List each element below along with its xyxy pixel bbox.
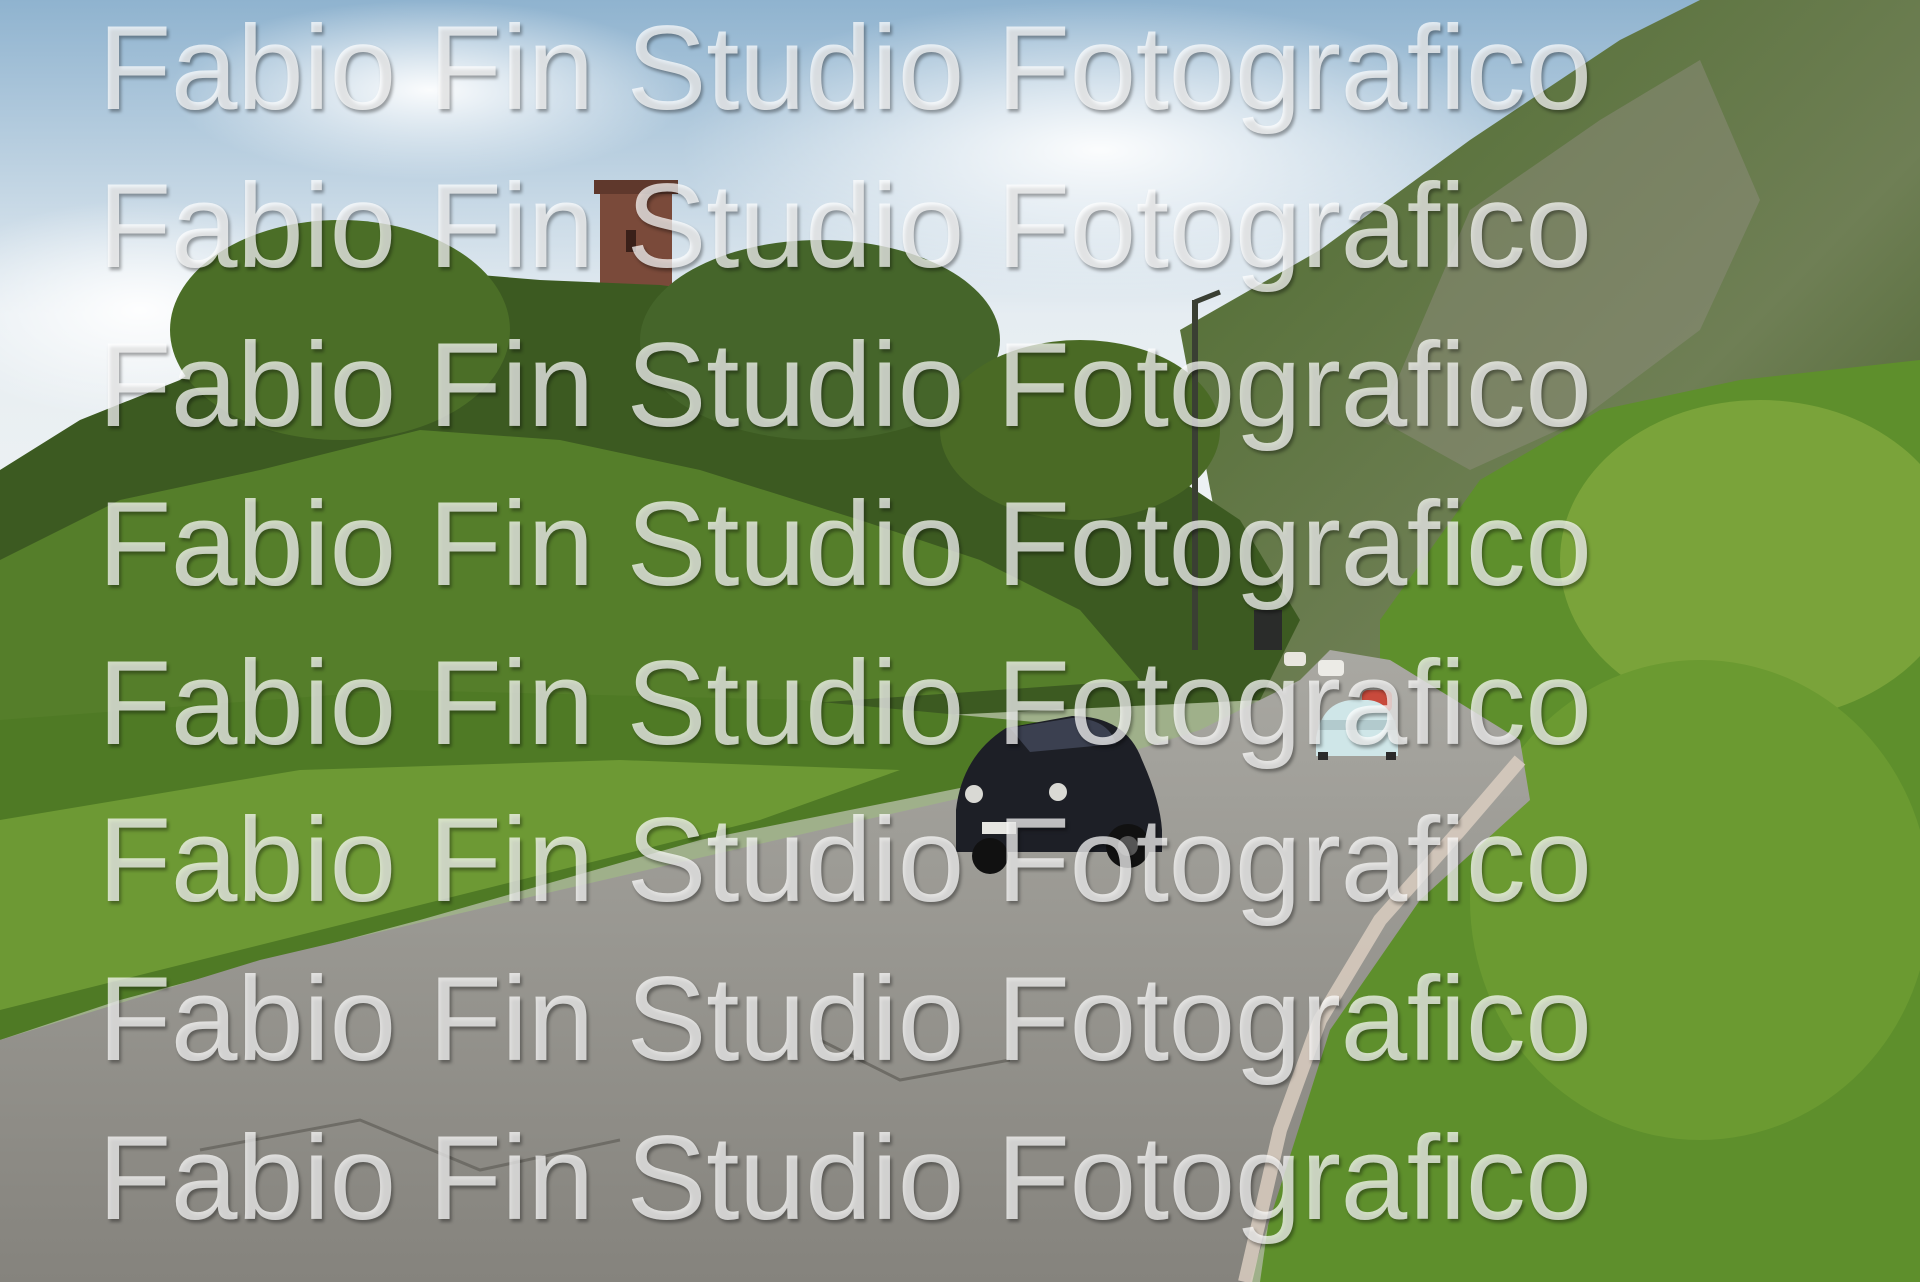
cloud	[170, 0, 690, 180]
bush	[1470, 660, 1920, 1140]
car-far	[1284, 652, 1306, 666]
tower-top	[594, 180, 678, 194]
car-far	[1318, 660, 1344, 676]
tree-canopy	[170, 220, 510, 440]
road-sign	[1254, 610, 1282, 650]
tower-window	[626, 230, 636, 252]
landscape-photo	[0, 0, 1920, 1282]
photo-scene: Fabio Fin Studio Fotografico Fabio Fin S…	[0, 0, 1920, 1282]
tree-canopy	[940, 340, 1220, 520]
lamp-post	[1192, 300, 1198, 650]
